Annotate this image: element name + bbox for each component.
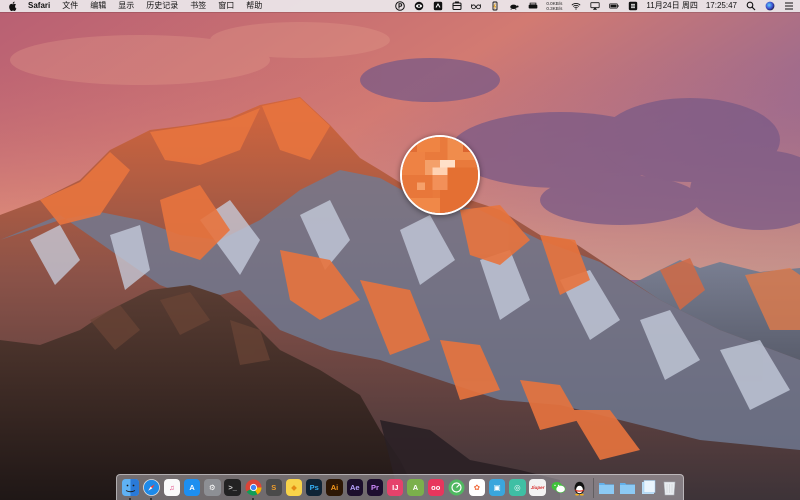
dock-documents-folder[interactable] (619, 479, 636, 496)
dock-sublime-text[interactable]: S (265, 479, 282, 496)
photoshop-icon: Ps (309, 483, 319, 492)
dock-android-studio[interactable]: A (407, 479, 424, 496)
dock-terminal[interactable]: >_ (224, 479, 241, 496)
folder-icon (620, 483, 636, 494)
battery-icon[interactable] (608, 1, 619, 11)
sync-icon[interactable] (432, 1, 443, 11)
folder-icon (599, 483, 615, 494)
menu-bar-left: Safari 文件 编辑 显示 历史记录 书签 窗口 帮助 (0, 0, 274, 12)
magnified-pixels (402, 137, 478, 213)
dock-qq[interactable] (571, 479, 588, 496)
battery-charging-icon[interactable] (489, 1, 500, 11)
wechat-icon (551, 481, 566, 494)
photos-icon: ✿ (473, 483, 481, 492)
dock-trash[interactable] (661, 479, 678, 496)
preview-icon: ▣ (493, 483, 501, 492)
dock-system-preferences[interactable]: ⚙ (204, 479, 221, 496)
terminal-icon: >_ (228, 483, 237, 492)
network-speed-monitor[interactable]: 0.0KB/s 0.3KB/s (546, 1, 562, 11)
dock-xcode-instruments[interactable] (448, 479, 465, 496)
eye-icon[interactable] (413, 1, 424, 11)
input-method-icon[interactable] (627, 1, 638, 11)
dock-after-effects[interactable]: Ae (346, 479, 363, 496)
menu-clock-date[interactable]: 11月24日 周四 (646, 0, 697, 12)
dock-safari[interactable] (142, 479, 160, 500)
airplay-icon[interactable] (589, 1, 600, 11)
bin-icon[interactable] (451, 1, 462, 11)
sublime-text-icon: S (271, 483, 277, 492)
menu-edit[interactable]: 编辑 (90, 0, 106, 12)
android-icon: A (412, 483, 419, 492)
dock: ♫ A ⚙ >_ S ◆ Ps Ai Ae Pr IJ A oo ✿ ▣ ◎ J… (116, 474, 684, 500)
menu-file[interactable]: 文件 (62, 0, 78, 12)
menu-window[interactable]: 窗口 (218, 0, 234, 12)
sketch-diamond-icon: ◆ (291, 483, 297, 492)
dock-preview[interactable]: ▣ (488, 479, 506, 496)
dock-finder[interactable] (121, 479, 139, 500)
safari-icon (142, 479, 160, 496)
glasses-icon[interactable] (470, 1, 481, 11)
dock-itunes[interactable]: ♫ (163, 479, 181, 496)
siri-icon[interactable] (764, 1, 775, 11)
desktop-wallpaper (0, 0, 800, 500)
menu-bookmarks[interactable]: 书签 (190, 0, 206, 12)
dock-chrome[interactable] (245, 479, 262, 500)
dock-wechat[interactable] (550, 479, 567, 496)
menu-view[interactable]: 显示 (118, 0, 134, 12)
dock-intellij[interactable]: IJ (387, 479, 404, 496)
illustrator-icon: Ai (330, 483, 339, 492)
parking-icon[interactable] (394, 1, 405, 11)
dock-separator (592, 477, 594, 498)
dock-premiere[interactable]: Pr (366, 479, 384, 496)
jumper-logo-icon: Jiuper (530, 485, 545, 490)
dock-sketch[interactable]: ◆ (285, 479, 303, 496)
dock-illustrator[interactable]: Ai (326, 479, 343, 496)
cloud-service-icon: ◎ (514, 483, 521, 492)
menu-bar: Safari 文件 编辑 显示 历史记录 书签 窗口 帮助 0.0KB/s 0.… (0, 0, 800, 12)
flickr-icon: oo (431, 483, 441, 492)
scanner-icon[interactable] (527, 1, 538, 11)
app-store-icon: A (189, 483, 195, 492)
dock-app-store[interactable]: A (183, 479, 201, 496)
intellij-icon: IJ (392, 483, 399, 492)
gear-icon: ⚙ (209, 483, 216, 492)
menu-clock-time[interactable]: 17:25:47 (706, 0, 737, 12)
downloads-stack-icon (642, 480, 656, 494)
wifi-icon[interactable] (570, 1, 581, 11)
finder-icon (121, 479, 139, 496)
premiere-icon: Pr (371, 483, 379, 492)
menu-help[interactable]: 帮助 (246, 0, 262, 12)
trash-icon (663, 481, 676, 496)
status-area: 0.0KB/s 0.3KB/s 11月24日 周四 17:25:47 (394, 0, 794, 12)
menu-history[interactable]: 历史记录 (146, 0, 178, 12)
spotlight-search-icon[interactable] (745, 1, 756, 11)
itunes-icon: ♫ (169, 483, 175, 492)
turtle-icon[interactable] (508, 1, 519, 11)
notification-center-icon[interactable] (783, 1, 794, 11)
dock-cloud-service[interactable]: ◎ (509, 479, 526, 496)
after-effects-icon: Ae (349, 483, 360, 492)
screen-magnifier-lens[interactable] (400, 135, 480, 215)
dock-applications-folder[interactable] (598, 479, 615, 496)
qq-penguin-icon (574, 481, 585, 496)
network-download-rate: 0.3KB/s (546, 6, 563, 11)
dock-flickr-uploader[interactable]: oo (427, 479, 444, 496)
dock-photos[interactable]: ✿ (468, 479, 486, 496)
dock-photoshop[interactable]: Ps (306, 479, 323, 496)
instruments-icon (448, 479, 465, 496)
apple-menu-icon[interactable] (9, 1, 18, 11)
dock-jumper[interactable]: Jiuper (529, 479, 546, 496)
chrome-icon (245, 479, 262, 496)
menu-app-safari[interactable]: Safari (28, 0, 50, 12)
dock-downloads-folder[interactable] (640, 479, 657, 496)
